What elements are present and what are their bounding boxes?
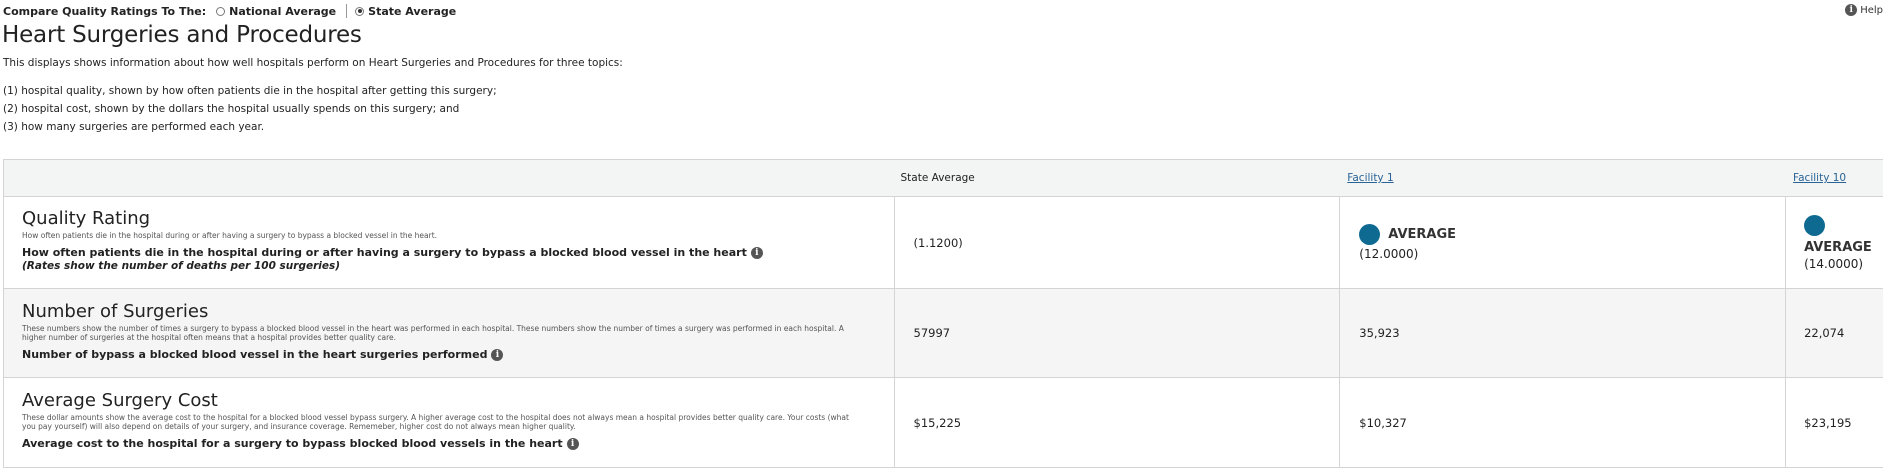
measure-label-text: Average cost to the hospital for a surge… <box>22 437 563 450</box>
state-average-value: $15,225 <box>893 378 1340 467</box>
info-icon[interactable]: i <box>491 348 504 361</box>
measure-description: These numbers show the number of times a… <box>22 324 844 342</box>
facility-10-link[interactable]: Facility 10 <box>1793 172 1846 184</box>
help-label[interactable]: Help <box>1860 5 1883 16</box>
measure-label-text: How often patients die in the hospital d… <box>22 246 747 259</box>
radio-state-average[interactable]: State Average <box>355 5 456 18</box>
rating-dot-icon <box>1804 214 1826 236</box>
topic-item: (2) hospital cost, shown by the dollars … <box>3 103 460 115</box>
measure-cell: Quality Rating How often patients die in… <box>4 197 894 288</box>
topic-item: (3) how many surgeries are performed eac… <box>3 121 265 133</box>
divider <box>346 4 348 18</box>
compare-ratings-bar: Compare Quality Ratings To The: National… <box>3 3 456 19</box>
measure-title: Number of Surgeries <box>22 301 209 322</box>
facility-10-value: 22,074 <box>1785 289 1883 377</box>
measure-description: How often patients die in the hospital d… <box>22 231 438 240</box>
facility-1-value: $10,327 <box>1339 378 1785 467</box>
measure-label-text: Number of bypass a blocked blood vessel … <box>22 348 488 361</box>
measure-label: Average cost to the hospital for a surge… <box>22 437 864 450</box>
header-empty-cell <box>4 160 894 196</box>
rating-value: (12.0000) <box>1359 247 1419 261</box>
info-icon: i <box>1845 4 1858 16</box>
rating-text: AVERAGE <box>1388 227 1457 242</box>
help-link[interactable]: i Help <box>1845 4 1883 16</box>
facility-10-rating-cell: AVERAGE (14.0000) <box>1785 197 1883 288</box>
state-average-value: (1.1200) <box>893 197 1340 288</box>
intro-text: This displays shows information about ho… <box>3 57 623 69</box>
measure-title: Quality Rating <box>22 208 151 229</box>
state-average-value: 57997 <box>893 289 1340 377</box>
header-facility-10: Facility 10 <box>1785 160 1883 196</box>
topics-list: (1) hospital quality, shown by how often… <box>3 82 497 136</box>
measure-note: (Rates show the number of deaths per 100… <box>22 260 341 272</box>
radio-national-average[interactable]: National Average <box>216 5 336 18</box>
facility-1-value: 35,923 <box>1339 289 1785 377</box>
radio-circle-icon[interactable] <box>216 6 226 16</box>
rating-value: (14.0000) <box>1804 256 1864 271</box>
header-facility-1: Facility 1 <box>1339 160 1785 196</box>
table-row-average-surgery-cost: Average Surgery Cost These dollar amount… <box>4 377 1883 467</box>
info-icon[interactable]: i <box>566 437 579 450</box>
measure-title: Average Surgery Cost <box>22 390 218 411</box>
measure-cell: Number of Surgeries These numbers show t… <box>4 289 894 377</box>
measure-description: These dollar amounts show the average co… <box>22 413 849 431</box>
rating-text: AVERAGE <box>1804 239 1872 255</box>
info-icon[interactable]: i <box>750 246 763 259</box>
compare-label: Compare Quality Ratings To The: <box>3 4 207 18</box>
topic-item: (1) hospital quality, shown by how often… <box>3 85 497 97</box>
measure-label: How often patients die in the hospital d… <box>22 246 864 259</box>
measure-label: Number of bypass a blocked blood vessel … <box>22 348 864 361</box>
radio-label[interactable]: National Average <box>229 5 336 18</box>
measure-cell: Average Surgery Cost These dollar amount… <box>4 378 894 467</box>
facility-1-link[interactable]: Facility 1 <box>1347 172 1393 184</box>
table-row-number-of-surgeries: Number of Surgeries These numbers show t… <box>4 288 1883 377</box>
page-title: Heart Surgeries and Procedures <box>2 22 362 48</box>
table-row-quality-rating: Quality Rating How often patients die in… <box>4 196 1883 288</box>
radio-checked-icon[interactable] <box>355 6 365 16</box>
facility-10-value: $23,195 <box>1785 378 1883 467</box>
table-header-row: State Average Facility 1 Facility 10 <box>4 160 1883 196</box>
header-state-average: State Average <box>900 172 975 184</box>
rating-dot-icon <box>1359 224 1381 245</box>
facility-1-rating-cell: AVERAGE (12.0000) <box>1339 197 1785 288</box>
comparison-table: State Average Facility 1 Facility 10 Qua… <box>3 159 1883 468</box>
radio-label[interactable]: State Average <box>368 5 456 18</box>
